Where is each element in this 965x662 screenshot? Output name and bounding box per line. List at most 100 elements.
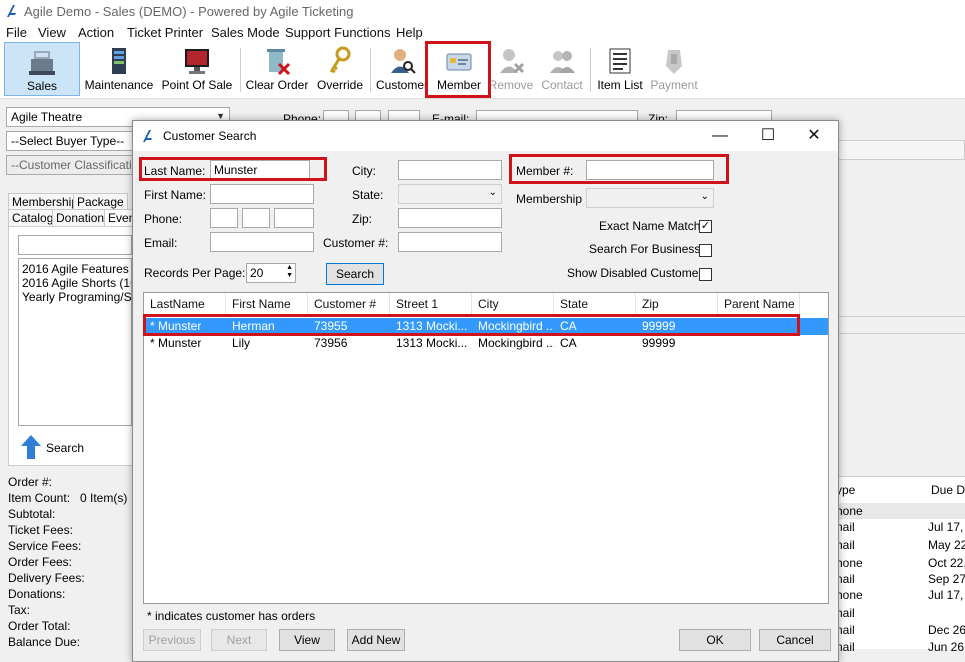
maintenance-button[interactable]: Maintenance	[82, 42, 156, 96]
tab-membership[interactable]: Membership	[8, 193, 83, 210]
records-per-page-spinner[interactable]: 20 ▲ ▼	[246, 263, 296, 283]
type-cell: hone	[836, 556, 863, 570]
phone-prefix-input[interactable]	[242, 208, 270, 228]
ticket-fees-label: Ticket Fees:	[8, 523, 73, 537]
type-cell: hone	[836, 588, 863, 602]
email-label: Email:	[144, 236, 178, 250]
menu-support-functions[interactable]: Support Functions	[285, 25, 391, 40]
toolbar: Sales Maintenance Point Of Sale Clear Or…	[0, 42, 965, 99]
exact-name-match-checkbox[interactable]: ✓	[699, 220, 712, 233]
membership-select[interactable]: ⌄	[586, 188, 714, 208]
column-header-customer-number[interactable]: Customer #	[308, 293, 390, 315]
member-number-input[interactable]	[586, 160, 714, 180]
order-fees-label: Order Fees:	[8, 555, 73, 569]
member-number-label: Member #:	[516, 164, 574, 178]
zip-input[interactable]	[398, 208, 502, 228]
donations-label: Donations:	[8, 587, 66, 601]
menu-action[interactable]: Action	[78, 25, 114, 40]
item-count-value: 0 Item(s)	[80, 491, 128, 505]
arrow-up-icon	[21, 435, 41, 459]
search-button[interactable]: Search	[326, 263, 384, 285]
column-header-parent-name[interactable]: Parent Name	[718, 293, 800, 315]
column-header-zip[interactable]: Zip	[636, 293, 718, 315]
maximize-button[interactable]: ☐	[751, 125, 785, 147]
clear-order-button[interactable]: Clear Order	[244, 42, 310, 96]
override-button[interactable]: Override	[314, 42, 366, 96]
minimize-button[interactable]: —	[703, 125, 737, 147]
due-date-cell: Dec 26	[928, 623, 965, 637]
agile-logo-icon	[143, 130, 152, 142]
tax-label: Tax:	[8, 603, 31, 617]
due-date-cell: Jul 17,	[928, 588, 964, 602]
due-date-cell: Jun 26	[928, 640, 965, 654]
column-header-street[interactable]: Street 1	[390, 293, 472, 315]
phone-area-input[interactable]	[210, 208, 238, 228]
column-header-last-name[interactable]: LastName	[144, 293, 226, 315]
sales-button[interactable]: Sales	[4, 42, 80, 96]
menu-bar: File View Action Ticket Printer Sales Mo…	[0, 24, 965, 42]
member-button[interactable]: Member	[430, 42, 488, 96]
phone-line-input[interactable]	[274, 208, 314, 228]
customer-search-icon	[391, 49, 416, 74]
list-item[interactable]: Yearly Programing/Spec	[22, 290, 131, 304]
first-name-input[interactable]	[210, 184, 314, 204]
menu-file[interactable]: File	[6, 25, 27, 40]
list-icon	[609, 48, 631, 74]
customer-number-input[interactable]	[398, 232, 502, 252]
show-disabled-customer-checkbox[interactable]	[699, 268, 712, 281]
close-button[interactable]: ✕	[797, 125, 831, 147]
cash-register-icon	[29, 51, 55, 75]
contact-button[interactable]: Contact	[538, 42, 586, 96]
tab-package[interactable]: Package	[73, 193, 128, 210]
column-header-city[interactable]: City	[472, 293, 554, 315]
dialog-title-bar: Customer Search — ☐ ✕	[133, 121, 838, 151]
checkmark-icon: ✓	[700, 220, 711, 232]
spinner-arrows-icon[interactable]: ▲ ▼	[286, 264, 293, 280]
monitor-icon	[185, 49, 209, 74]
event-filter-input[interactable]	[18, 235, 132, 255]
table-row[interactable]: * Munster Lily 73956 1313 Mocki... Mocki…	[144, 335, 828, 352]
city-label: City:	[352, 164, 376, 178]
menu-view[interactable]: View	[38, 25, 66, 40]
phone-label: Phone:	[144, 212, 183, 226]
search-for-business-checkbox[interactable]	[699, 244, 712, 257]
tab-catalog[interactable]: Catalog	[8, 209, 58, 226]
point-of-sale-button[interactable]: Point Of Sale	[160, 42, 234, 96]
due-date-cell: Jul 17,	[928, 520, 964, 534]
due-date-header[interactable]: Due Da	[931, 483, 965, 497]
agile-logo-icon	[7, 5, 16, 17]
tab-donation[interactable]: Donation	[52, 209, 109, 226]
trash-clear-icon	[267, 49, 291, 76]
table-row[interactable]: hone	[836, 503, 965, 519]
activity-list: ype Due Da hone nail Jul 17, nail May 22…	[836, 476, 965, 654]
menu-ticket-printer[interactable]: Ticket Printer	[127, 25, 203, 40]
email-input[interactable]	[210, 232, 314, 252]
chevron-down-icon: ⌄	[488, 187, 497, 198]
menu-help[interactable]: Help	[396, 25, 423, 40]
remove-button[interactable]: Remove	[488, 42, 534, 96]
toolbar-separator	[240, 48, 241, 92]
city-input[interactable]	[398, 160, 502, 180]
menu-sales-mode[interactable]: Sales Mode	[211, 25, 280, 40]
payment-button[interactable]: Payment	[648, 42, 700, 96]
state-select[interactable]: ⌄	[398, 184, 502, 204]
minimize-icon: —	[712, 127, 728, 144]
dialog-title: Customer Search	[163, 129, 257, 143]
show-disabled-customer-label: Show Disabled Customer	[567, 266, 703, 280]
column-header-first-name[interactable]: First Name	[226, 293, 308, 315]
state-label: State:	[352, 188, 384, 202]
close-icon: ✕	[807, 127, 821, 144]
item-list-button[interactable]: Item List	[594, 42, 646, 96]
exact-name-match-label: Exact Name Match	[599, 219, 701, 233]
toolbar-separator	[590, 48, 591, 92]
orders-footnote: * indicates customer has orders	[147, 609, 316, 623]
list-item[interactable]: 2016 Agile Features (1	[22, 262, 131, 276]
membership-label: Membership	[516, 192, 583, 206]
table-row[interactable]: * Munster Herman 73955 1313 Mocki... Moc…	[144, 318, 828, 335]
due-date-cell: Oct 22,	[928, 556, 965, 570]
last-name-input[interactable]: Munster	[210, 160, 310, 180]
customer-button[interactable]: Customer	[374, 42, 430, 96]
column-header-state[interactable]: State	[554, 293, 636, 315]
list-item[interactable]: 2016 Agile Shorts (16A	[22, 276, 131, 290]
customer-number-label: Customer #:	[323, 236, 389, 250]
